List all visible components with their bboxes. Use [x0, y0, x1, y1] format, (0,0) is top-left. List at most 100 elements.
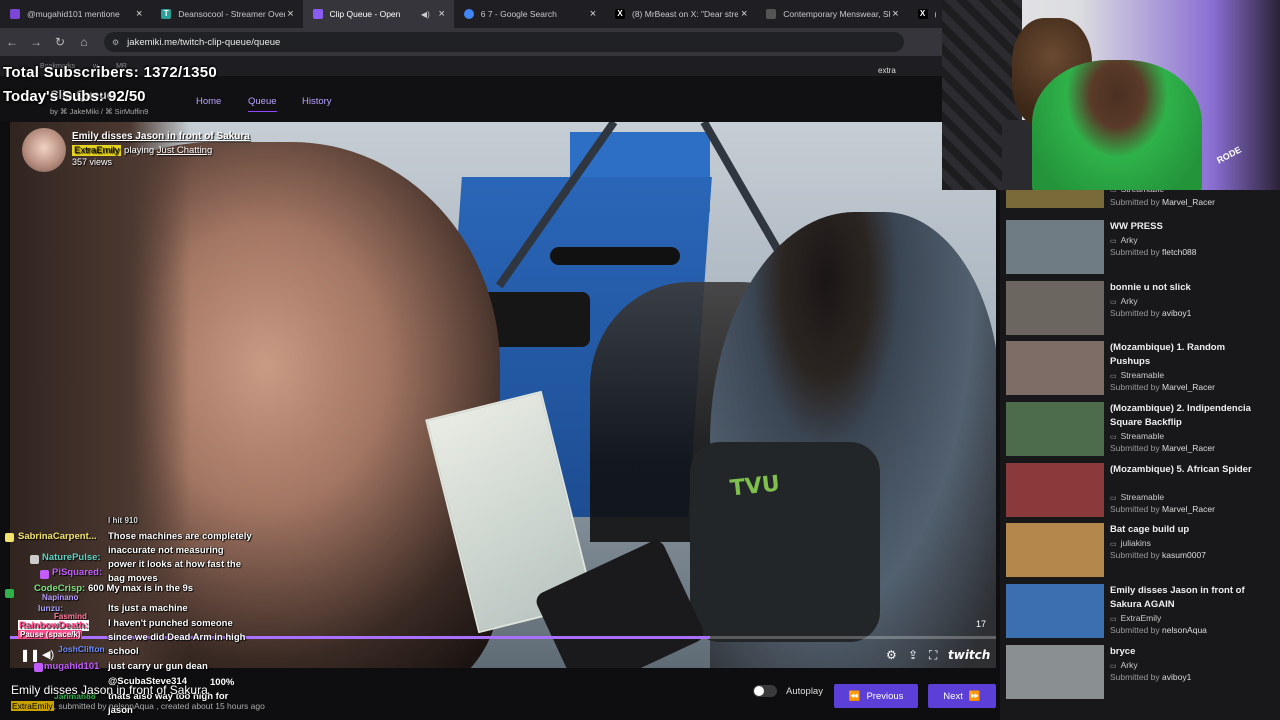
site-info-icon[interactable]: ⚙: [112, 38, 119, 47]
clip-game[interactable]: Just Chatting: [157, 145, 212, 156]
queue-item-title[interactable]: (Mozambique) 1. Random Pushups: [1110, 341, 1260, 369]
chat-username[interactable]: NaturePulse:: [42, 552, 101, 563]
chat-username[interactable]: SabrinaCarpent...: [18, 531, 97, 542]
close-icon[interactable]: ×: [890, 8, 902, 20]
close-icon[interactable]: ×: [738, 8, 750, 20]
clip-title[interactable]: Emily disses Jason in front of Sakura: [72, 131, 250, 142]
queue-item-channel: ▭Streamable: [1110, 492, 1164, 502]
browser-tab[interactable]: 6 7 - Google Search ×: [454, 0, 605, 28]
submitter-name: Marvel_Racer: [1162, 443, 1215, 453]
forward-icon[interactable]: →: [24, 35, 48, 49]
queue-thumbnail[interactable]: [1006, 220, 1104, 274]
autoplay-toggle[interactable]: [753, 685, 777, 697]
queue-channel-name: Arky: [1120, 296, 1138, 306]
fullscreen-icon[interactable]: ⛶: [929, 648, 937, 663]
submitter-name: aviboy1: [1162, 672, 1192, 682]
tab-label: @mugahid101 mentione: [27, 9, 120, 19]
clip-meta: ExtraEmily playing Just Chatting: [72, 145, 212, 156]
brand-authors: by ⌘ JakeMiki / ⌘ SirMuffin9: [50, 107, 149, 116]
queue-channel-name: Streamable: [1120, 492, 1165, 502]
close-icon[interactable]: ×: [285, 8, 297, 20]
queue-item-title[interactable]: bonnie u not slick: [1110, 281, 1260, 295]
chat-username[interactable]: Napinano: [42, 593, 78, 602]
speaker-icon[interactable]: ◀): [421, 10, 430, 19]
close-icon[interactable]: ×: [436, 8, 448, 20]
nav-home[interactable]: Home: [196, 96, 221, 107]
next-button[interactable]: Next ⏩: [928, 684, 996, 708]
home-icon[interactable]: ⌂: [72, 35, 96, 49]
clip-channel-bottom[interactable]: ExtraEmily: [11, 701, 54, 711]
queue-item-title[interactable]: (Mozambique) 2. Indipendencia Square Bac…: [1110, 402, 1260, 430]
badge-icon: [40, 570, 49, 579]
browser-tab[interactable]: X (8) MrBeast on X: "Dear strea ×: [605, 0, 756, 28]
queue-item-submitter: Submitted by aviboy1: [1110, 672, 1191, 682]
queue-item-channel: ▭ Arky: [1110, 296, 1138, 306]
clip-channel[interactable]: ExtraEmily: [72, 145, 122, 156]
browser-tab-strip: @mugahid101 mentione × T Deansocool - St…: [0, 0, 942, 28]
submitter-name: aviboy1: [1162, 308, 1192, 318]
chat-message: I hit 910: [108, 516, 138, 525]
chat-username[interactable]: mugahid101: [44, 661, 99, 672]
reload-icon[interactable]: ↻: [48, 35, 72, 49]
chat-username[interactable]: JoshClifton: [58, 644, 105, 654]
url-field[interactable]: ⚙ jakemiki.me/twitch-clip-queue/queue: [104, 32, 904, 52]
author-link[interactable]: SirMuffin9: [115, 107, 149, 116]
submitted-by-label: Submitted by: [1110, 550, 1160, 560]
queue-thumbnail[interactable]: [1006, 402, 1104, 456]
close-icon[interactable]: ×: [133, 8, 145, 20]
queue-thumbnail[interactable]: [1006, 281, 1104, 335]
browser-tab[interactable]: T Deansocool - Streamer Over ×: [151, 0, 302, 28]
browser-tab[interactable]: Contemporary Menswear, Sh ×: [756, 0, 907, 28]
channel-icon: ▭: [1110, 663, 1117, 670]
queue-item-title[interactable]: Emily disses Jason in front of Sakura AG…: [1110, 584, 1260, 612]
queue-channel-name: Streamable: [1120, 370, 1165, 380]
x-favicon-icon: X: [917, 9, 928, 19]
tab-label: Contemporary Menswear, Sh: [783, 9, 890, 19]
queue-item-channel: ▭Streamable: [1110, 370, 1164, 380]
queue-item-title[interactable]: Bat cage build up: [1110, 523, 1260, 537]
queue-item-channel: ▭Streamable: [1110, 190, 1164, 194]
sub-badge-icon: [5, 533, 14, 542]
queue-thumbnail[interactable]: [1006, 190, 1104, 208]
queue-thumbnail[interactable]: [1006, 341, 1104, 395]
queue-item-title[interactable]: (Mozambique) 5. African Spider: [1110, 463, 1260, 477]
submitted-by-label: Submitted by: [1110, 247, 1160, 257]
share-icon[interactable]: ⇪: [908, 648, 918, 662]
close-icon[interactable]: ×: [587, 8, 599, 20]
nav-queue[interactable]: Queue: [248, 96, 277, 112]
queue-thumbnail[interactable]: [1006, 645, 1104, 699]
chat-message: school: [108, 646, 139, 657]
channel-avatar[interactable]: [22, 128, 66, 172]
submitted-by-label: Submitted by: [1110, 625, 1160, 635]
channel-icon: ▭: [1110, 238, 1117, 245]
channel-icon: ▭: [1110, 299, 1117, 306]
settings-icon[interactable]: ⚙: [886, 648, 897, 662]
browser-tab[interactable]: @mugahid101 mentione ×: [0, 0, 151, 28]
clip-title-bottom: Emily disses Jason in front of Sakura: [11, 683, 208, 697]
queue-item-title[interactable]: bryce: [1110, 645, 1260, 659]
clip-views: 357 views: [72, 157, 113, 167]
badge-icon: [34, 663, 43, 672]
tab-label: (8) MrBeast on X: "Dear strea: [632, 9, 739, 19]
chat-username[interactable]: PiSquared:: [52, 567, 102, 578]
chat-message: inaccurate not measuring: [108, 545, 224, 556]
channel-icon: ▭: [1110, 541, 1117, 548]
author-link[interactable]: JakeMiki: [70, 107, 99, 116]
twitch-logo[interactable]: twitch: [948, 648, 990, 662]
previous-button[interactable]: ⏪ Previous: [834, 684, 918, 708]
back-icon[interactable]: ←: [0, 35, 24, 49]
scene-logo: TVU: [728, 471, 782, 502]
streamer-webcam: RODE: [942, 0, 1280, 190]
queue-item-channel: ▭ Arky: [1110, 660, 1138, 670]
browser-tab-active[interactable]: Clip Queue - Open ◀) ×: [302, 0, 454, 28]
tab-label: 6 7 - Google Search: [480, 9, 557, 19]
channel-icon: ▭: [1110, 190, 1117, 194]
queue-thumbnail[interactable]: [1006, 463, 1104, 517]
queue-thumbnail[interactable]: [1006, 523, 1104, 577]
submitter-name: nelsonAqua: [1162, 625, 1207, 635]
queue-item-title[interactable]: WW PRESS: [1110, 220, 1260, 234]
queue-thumbnail[interactable]: [1006, 584, 1104, 638]
browser-tab[interactable]: X (8): [908, 0, 942, 28]
nav-history[interactable]: History: [302, 96, 332, 107]
rewind-icon: ⏪: [848, 690, 861, 702]
